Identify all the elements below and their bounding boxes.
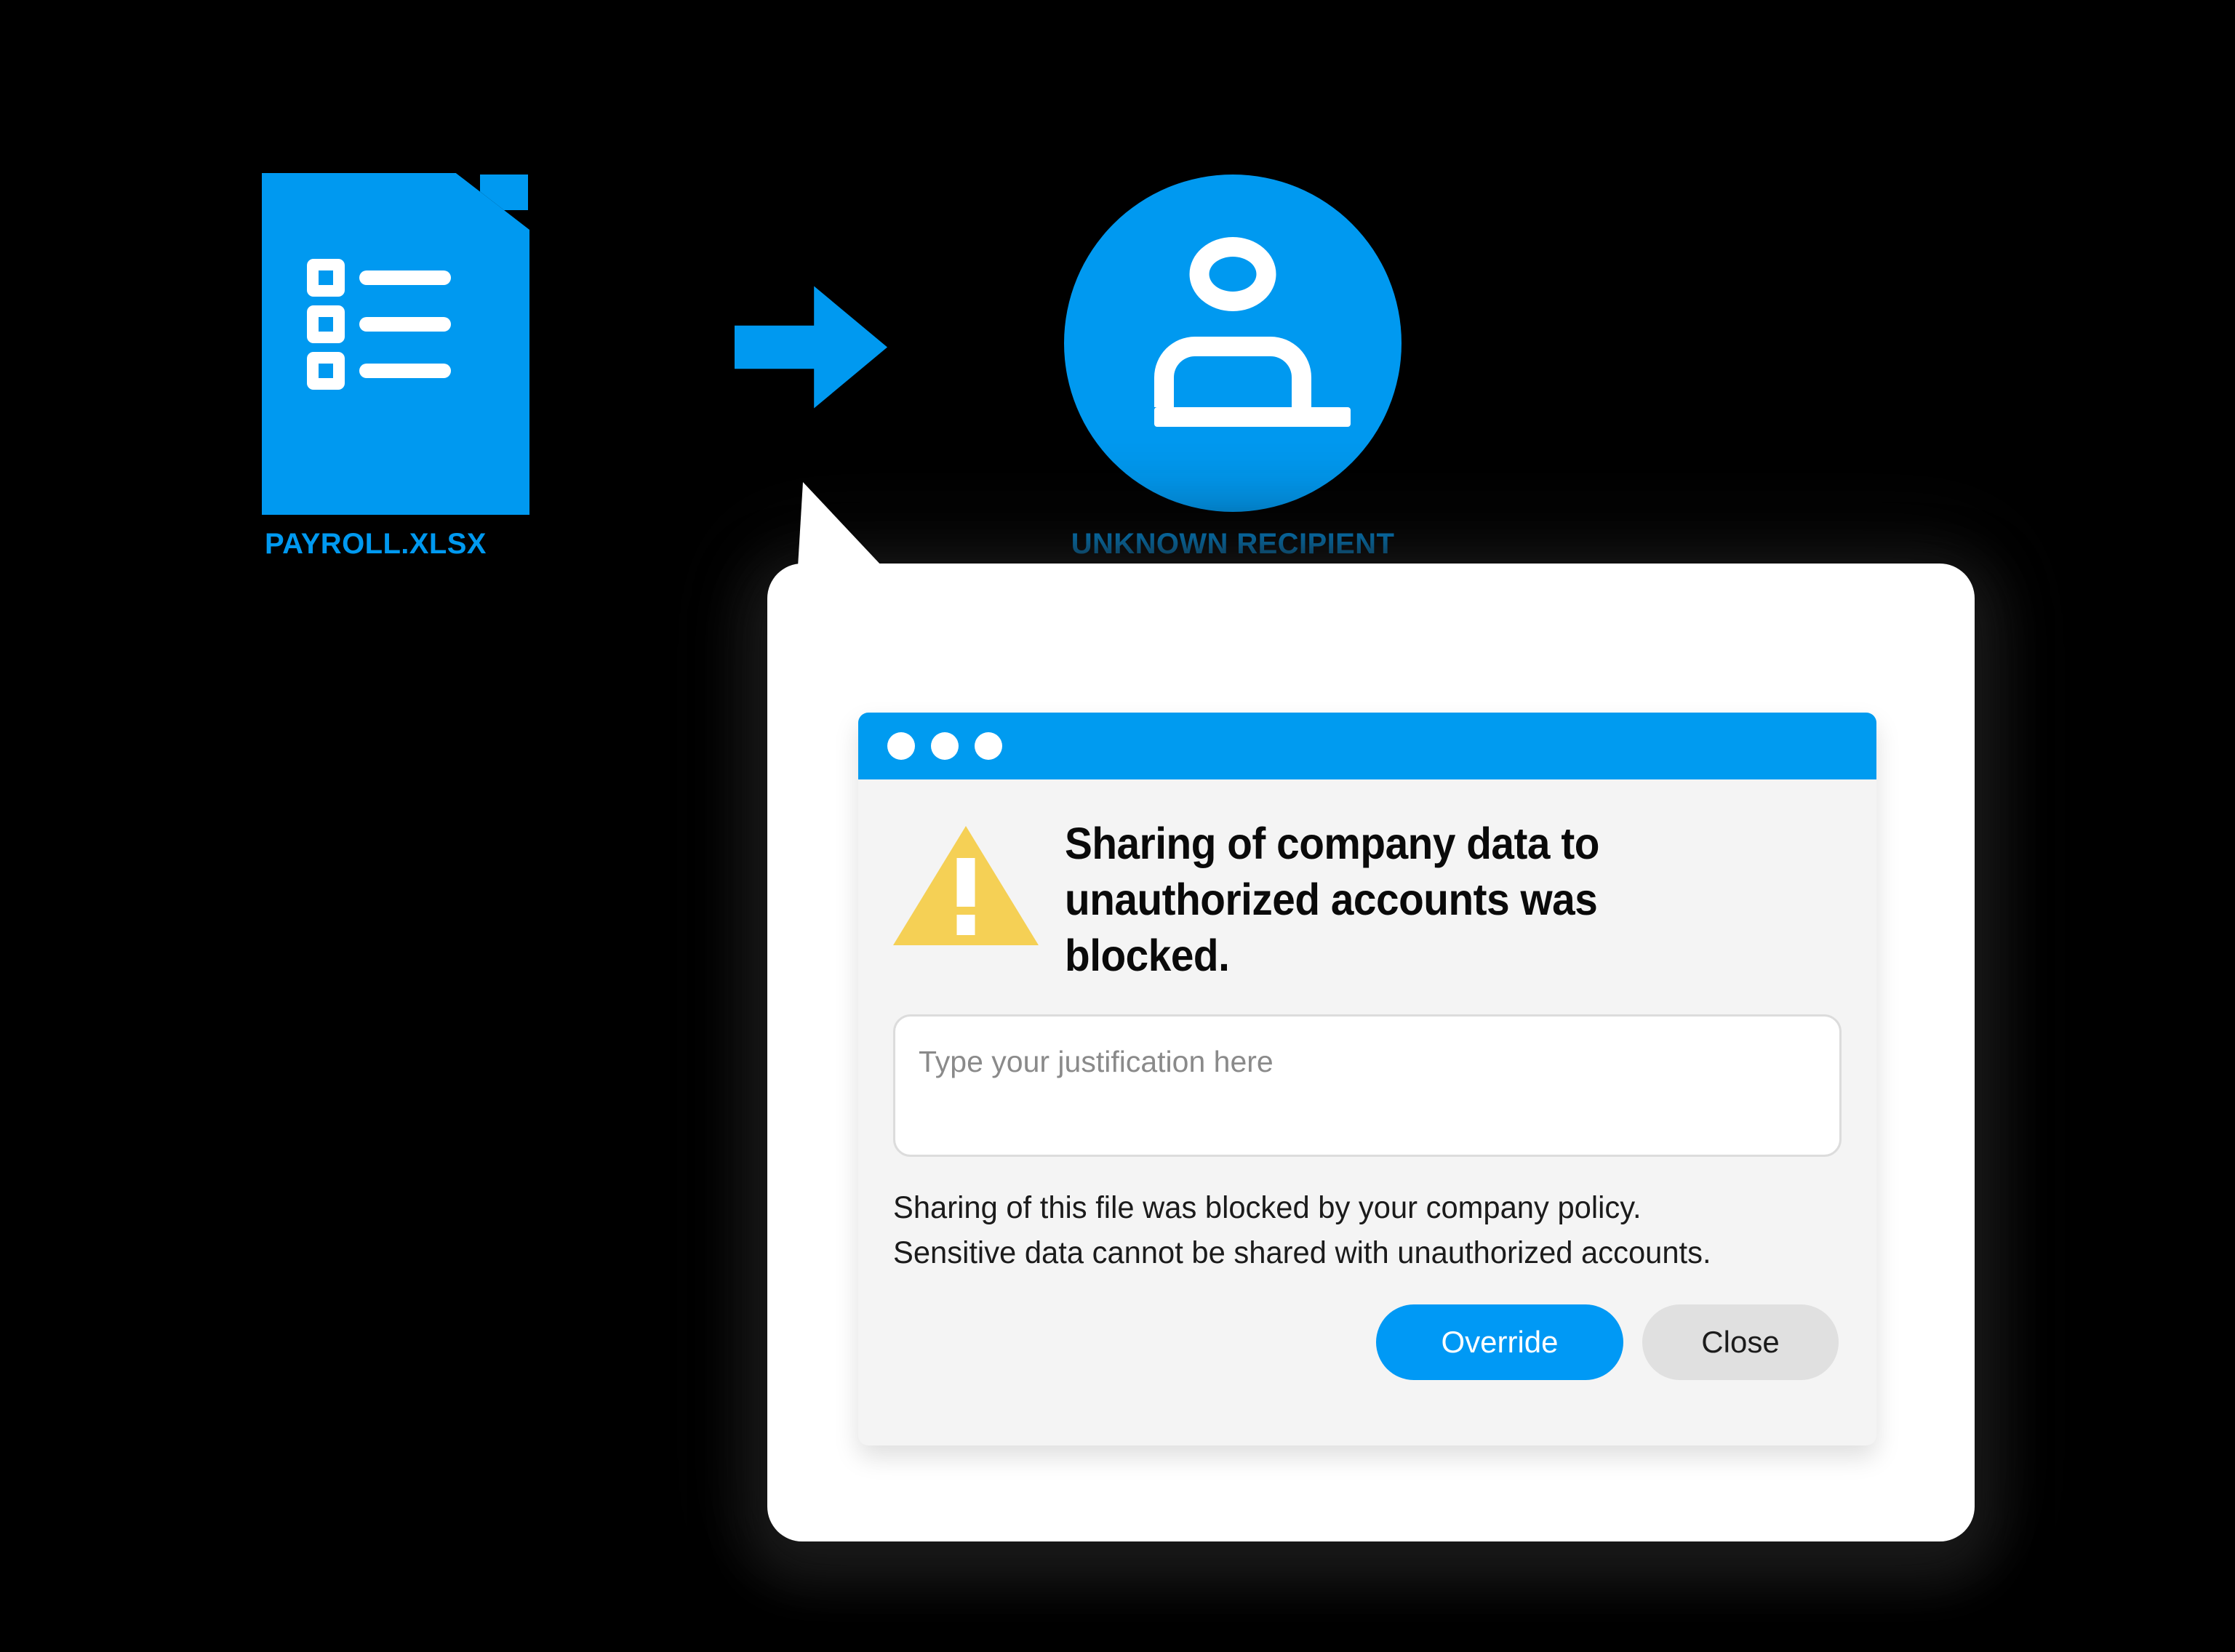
checkbox-glyph [307,352,345,390]
document-list-row [307,259,496,297]
justification-input[interactable] [893,1014,1842,1157]
file-group: PAYROLL.XLSX [262,173,538,561]
speech-bubble-tail [796,482,905,591]
warning-triangle-icon [893,826,1039,945]
file-name-label: PAYROLL.XLSX [265,528,487,560]
speech-bubble-card: Sharing of company data to unauthorized … [767,482,1975,1541]
exclamation-bar [956,858,975,907]
alert-row: Sharing of company data to unauthorized … [893,816,1842,984]
spreadsheet-document-icon [262,173,529,515]
minimize-dot-icon[interactable] [931,732,959,760]
document-list-row [307,305,496,343]
policy-description: Sharing of this file was blocked by your… [893,1190,1711,1270]
override-button[interactable]: Override [1376,1304,1623,1381]
alert-heading: Sharing of company data to unauthorized … [1065,819,1599,980]
recipient-group: UNKNOWN RECIPIENT [1062,175,1404,561]
document-list-row [307,352,496,390]
recipient-label: UNKNOWN RECIPIENT [1071,528,1395,560]
checkbox-glyph [307,305,345,343]
close-dot-icon[interactable] [887,732,915,760]
right-arrow-shape [735,286,887,409]
checkbox-glyph [307,259,345,297]
person-avatar-icon [1064,175,1402,512]
text-line-glyph [359,270,451,285]
blocked-sharing-dialog: Sharing of company data to unauthorized … [858,713,1876,1446]
right-arrow-icon [735,284,887,411]
maximize-dot-icon[interactable] [975,732,1002,760]
document-list-rows [307,259,496,390]
avatar-head-shape [1189,237,1276,311]
text-line-glyph [359,364,451,378]
dialog-content: Sharing of company data to unauthorized … [858,779,1876,1381]
close-button[interactable]: Close [1642,1304,1839,1381]
dialog-actions: Override Close [893,1304,1842,1381]
dialog-title-bar [858,713,1876,779]
avatar-shoulders-shape [1154,337,1351,427]
exclamation-dot [956,915,975,935]
scene-canvas: PAYROLL.XLSX UNKNOWN RECIPIENT Sharing o… [0,0,2235,1652]
text-line-glyph [359,317,451,332]
